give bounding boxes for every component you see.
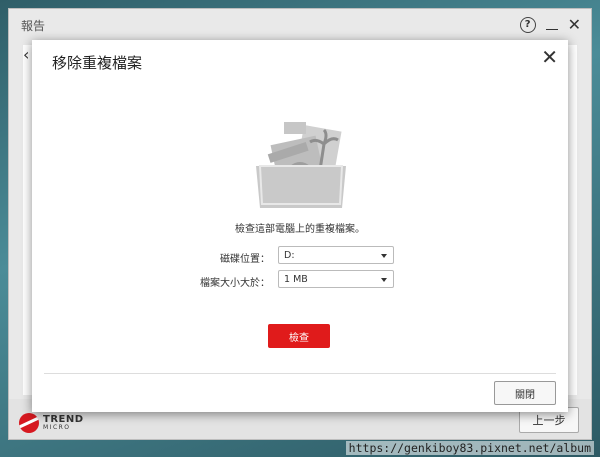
dialog-title: 移除重複檔案 [52,54,143,72]
file-size-select[interactable]: 1 MB [278,270,394,288]
dialog-close-icon[interactable]: ✕ [541,45,558,69]
close-button[interactable]: 關閉 [494,381,556,405]
minimize-icon[interactable] [545,18,558,32]
logo-line2: MICRO [43,424,71,431]
remove-duplicates-dialog: 移除重複檔案 ✕ 檢查這部電腦上的重複檔案。 磁碟位置： D: 檔案大小大於： … [32,40,568,412]
drive-location-value: D: [284,250,295,261]
logo-mark-icon [19,413,39,433]
app-title: 報告 [21,19,46,33]
watermark-url: https://genkiboy83.pixnet.net/album [345,441,594,455]
window-controls: ? ✕ [519,17,581,33]
check-button[interactable]: 檢查 [268,324,330,348]
duplicate-files-folder-icon [256,122,346,208]
dialog-divider [44,373,556,374]
back-arrow-icon[interactable]: ‹ [23,45,29,64]
help-icon[interactable]: ? [519,17,536,33]
drive-location-select[interactable]: D: [278,246,394,264]
chevron-down-icon [381,254,387,258]
file-size-label: 檔案大小大於： [200,278,270,289]
file-size-value: 1 MB [284,274,308,285]
logo-text: TREND MICRO [43,415,84,431]
tab-shape [284,122,306,134]
trend-micro-logo: TREND MICRO [19,413,84,433]
chevron-down-icon [381,278,387,282]
drive-location-row: 磁碟位置： D: [32,246,568,266]
file-size-row: 檔案大小大於： 1 MB [32,270,568,290]
drive-location-label: 磁碟位置： [220,254,270,265]
folder-body [256,166,346,208]
app-titlebar: 報告 ? ✕ [9,9,591,41]
close-window-icon[interactable]: ✕ [568,17,581,33]
dialog-description: 檢查這部電腦上的重複檔案。 [235,224,365,235]
